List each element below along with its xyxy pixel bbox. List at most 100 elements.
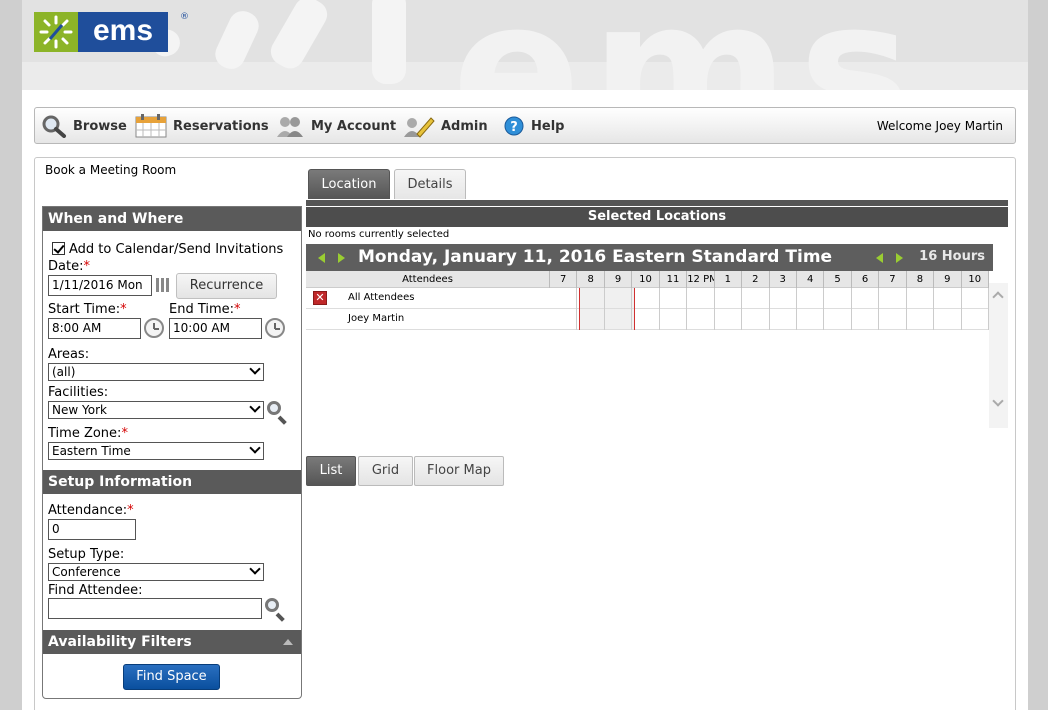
time-slot-cell[interactable] bbox=[824, 288, 852, 309]
chevron-down-icon bbox=[249, 563, 261, 575]
nav-help[interactable]: ? Help bbox=[503, 114, 564, 138]
end-clock-icon[interactable] bbox=[265, 318, 285, 338]
view-tab-list[interactable]: List bbox=[306, 456, 356, 486]
time-zone-select[interactable]: Eastern Time bbox=[48, 442, 264, 460]
time-slot-cell[interactable] bbox=[962, 288, 989, 309]
availability-filters-header[interactable]: Availability Filters bbox=[43, 630, 301, 654]
nav-my-account[interactable]: My Account bbox=[275, 114, 396, 138]
timeline-header: Attendees 789101112 PM12345678910 bbox=[306, 271, 989, 288]
time-slot-cell[interactable] bbox=[797, 309, 825, 330]
remove-icon[interactable]: ✕ bbox=[313, 291, 327, 305]
time-slot-cell[interactable] bbox=[879, 309, 907, 330]
nav-help-label: Help bbox=[531, 118, 565, 134]
view-tab-floor-map[interactable]: Floor Map bbox=[414, 456, 504, 486]
prev-hours-icon[interactable] bbox=[876, 253, 883, 263]
table-row: ✕ All Attendees bbox=[306, 288, 989, 309]
setup-type-select[interactable]: Conference bbox=[48, 563, 264, 581]
nav-admin[interactable]: Admin bbox=[403, 114, 488, 138]
date-input[interactable]: 1/11/2016 Mon bbox=[48, 275, 152, 296]
time-slot-cell[interactable] bbox=[879, 288, 907, 309]
hour-column-header: 12 PM bbox=[687, 271, 715, 288]
time-slot-cell[interactable] bbox=[632, 309, 660, 330]
no-rooms-text: No rooms currently selected bbox=[308, 229, 450, 240]
time-slot-cell[interactable] bbox=[605, 309, 633, 330]
recurrence-button[interactable]: Recurrence bbox=[176, 273, 277, 299]
areas-select[interactable]: (all) bbox=[48, 363, 264, 381]
hour-column-header: 8 bbox=[907, 271, 935, 288]
end-time-input[interactable]: 10:00 AM bbox=[169, 318, 262, 339]
time-slot-cell[interactable] bbox=[605, 288, 633, 309]
nav-reservations[interactable]: Reservations bbox=[135, 114, 269, 138]
time-slot-cell[interactable] bbox=[770, 309, 797, 330]
tab-underline bbox=[306, 200, 1008, 206]
time-slot-cell[interactable] bbox=[577, 288, 605, 309]
users-icon bbox=[275, 114, 305, 138]
nav-browse[interactable]: Browse bbox=[41, 114, 127, 138]
when-where-header: When and Where bbox=[43, 207, 301, 231]
scroll-down-icon[interactable] bbox=[992, 395, 1004, 407]
pencil-icon bbox=[403, 114, 435, 138]
prev-day-icon[interactable] bbox=[318, 253, 325, 263]
end-time-label: End Time:* bbox=[169, 302, 241, 317]
start-clock-icon[interactable] bbox=[144, 318, 164, 338]
attendees-column-header: Attendees bbox=[306, 271, 550, 288]
time-slot-cell[interactable] bbox=[632, 288, 660, 309]
next-hours-icon[interactable] bbox=[896, 253, 903, 263]
search-panel: When and Where Add to Calendar/Send Invi… bbox=[42, 206, 302, 699]
time-slot-cell[interactable] bbox=[577, 309, 605, 330]
hour-column-header: 4 bbox=[797, 271, 825, 288]
scroll-up-icon[interactable] bbox=[992, 291, 1004, 303]
time-slot-cell[interactable] bbox=[934, 309, 962, 330]
tab-details[interactable]: Details bbox=[394, 169, 466, 199]
time-slot-cell[interactable] bbox=[907, 309, 935, 330]
next-day-icon[interactable] bbox=[338, 253, 345, 263]
time-slot-cell[interactable] bbox=[660, 288, 688, 309]
time-slot-cell[interactable] bbox=[550, 309, 578, 330]
add-to-calendar-checkbox[interactable] bbox=[52, 242, 65, 255]
banner: ems bbox=[22, 0, 1028, 90]
start-time-input[interactable]: 8:00 AM bbox=[48, 318, 141, 339]
time-slot-cell[interactable] bbox=[715, 309, 743, 330]
time-slot-cell[interactable] bbox=[907, 288, 935, 309]
chevron-down-icon bbox=[249, 442, 261, 454]
time-slot-cell[interactable] bbox=[687, 309, 715, 330]
calendar-picker-icon[interactable] bbox=[156, 278, 170, 292]
time-slot-cell[interactable] bbox=[742, 288, 770, 309]
time-slot-cell[interactable] bbox=[962, 309, 989, 330]
time-slot-cell[interactable] bbox=[742, 309, 770, 330]
ems-logo[interactable]: ems ® bbox=[34, 12, 189, 52]
time-slot-cell[interactable] bbox=[687, 288, 715, 309]
time-slot-cell[interactable] bbox=[797, 288, 825, 309]
facilities-select[interactable]: New York bbox=[48, 401, 264, 419]
date-label: Date:* bbox=[48, 259, 90, 274]
banner-decoration bbox=[372, 0, 406, 84]
nav-browse-label: Browse bbox=[73, 118, 127, 134]
attendee-search-icon[interactable] bbox=[265, 598, 287, 622]
time-slot-cell[interactable] bbox=[660, 309, 688, 330]
time-slot-cell[interactable] bbox=[715, 288, 743, 309]
setup-header: Setup Information bbox=[43, 470, 301, 494]
sunburst-icon bbox=[34, 12, 78, 52]
help-icon: ? bbox=[503, 114, 525, 138]
time-slot-cell[interactable] bbox=[852, 309, 880, 330]
view-tab-grid[interactable]: Grid bbox=[358, 456, 413, 486]
time-slot-cell[interactable] bbox=[934, 288, 962, 309]
time-slot-cell[interactable] bbox=[824, 309, 852, 330]
page: ems ems ® bbox=[22, 0, 1028, 710]
find-attendee-input[interactable] bbox=[48, 598, 262, 619]
facility-search-icon[interactable] bbox=[267, 401, 289, 425]
time-slot-cell[interactable] bbox=[770, 288, 797, 309]
breadcrumb: Book a Meeting Room bbox=[45, 163, 177, 177]
find-space-button[interactable]: Find Space bbox=[123, 664, 220, 690]
tab-location[interactable]: Location bbox=[308, 169, 390, 199]
attendance-input[interactable]: 0 bbox=[48, 519, 136, 540]
time-slot-cell[interactable] bbox=[852, 288, 880, 309]
time-slot-cell[interactable] bbox=[550, 288, 578, 309]
hour-column-header: 5 bbox=[824, 271, 852, 288]
hour-column-header: 9 bbox=[934, 271, 962, 288]
hour-column-header: 11 bbox=[660, 271, 688, 288]
logo-text: ems bbox=[78, 12, 168, 52]
nav-admin-label: Admin bbox=[441, 118, 488, 134]
date-title: Monday, January 11, 2016 Eastern Standar… bbox=[358, 247, 833, 267]
timeline-scrollbar[interactable] bbox=[989, 283, 1008, 428]
